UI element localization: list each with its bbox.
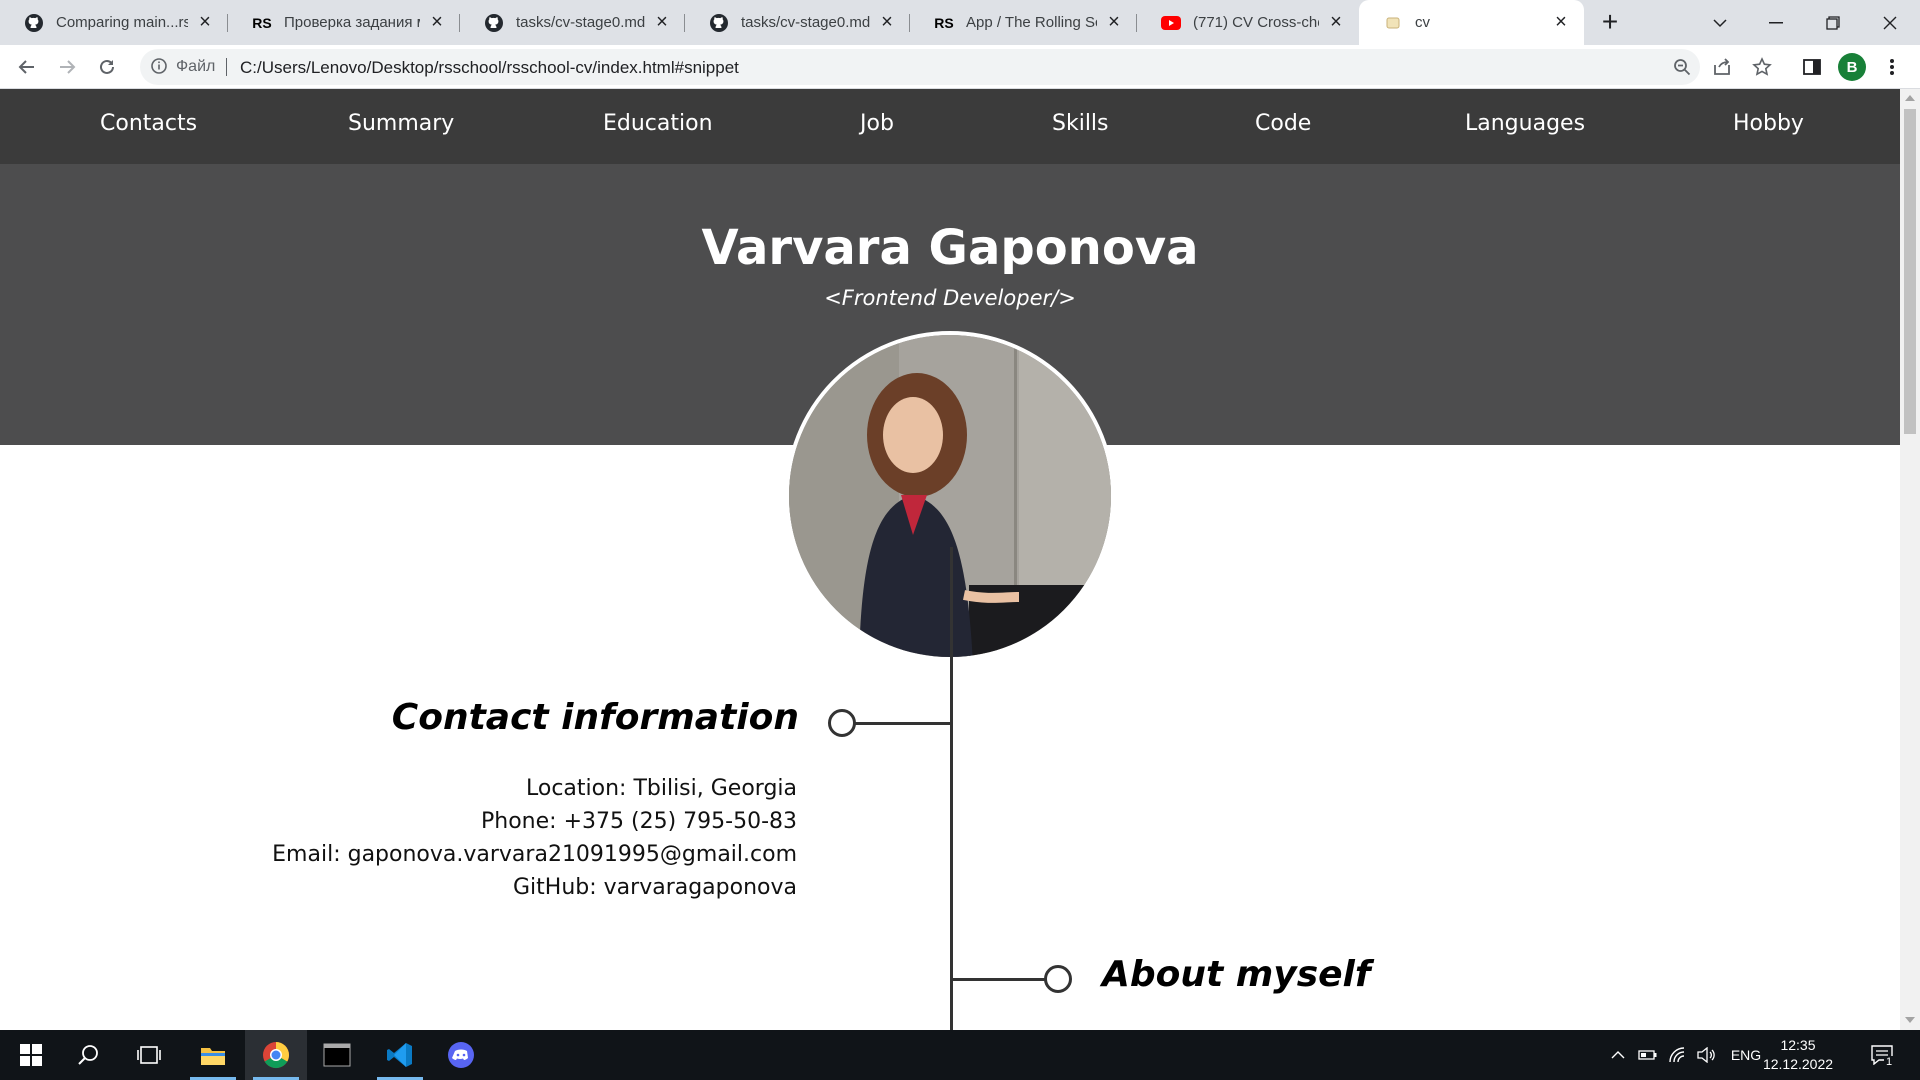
browser-tab-active[interactable]: cv × bbox=[1359, 0, 1584, 45]
about-section-title: About myself bbox=[1102, 954, 1371, 995]
contact-list: Location: Tbilisi, Georgia Phone: +375 (… bbox=[272, 772, 797, 904]
url-scheme-label: Файл bbox=[176, 58, 216, 75]
github-icon bbox=[709, 13, 729, 33]
nav-link-summary[interactable]: Summary bbox=[348, 111, 454, 136]
clock-time: 12:35 bbox=[1780, 1037, 1816, 1053]
windows-taskbar: ENG 12:35 12.12.2022 1 bbox=[0, 1030, 1920, 1080]
url-divider bbox=[226, 58, 227, 76]
contact-section-title: Contact information bbox=[391, 697, 799, 738]
share-icon[interactable] bbox=[1708, 53, 1736, 81]
volume-icon[interactable] bbox=[1694, 1030, 1720, 1080]
scroll-up-icon[interactable] bbox=[1905, 95, 1915, 101]
restore-icon[interactable] bbox=[1805, 0, 1861, 45]
job-title: <Frontend Developer/> bbox=[824, 286, 1076, 310]
close-tab-icon[interactable]: × bbox=[1550, 11, 1572, 34]
scroll-down-icon[interactable] bbox=[1905, 1017, 1915, 1023]
tab-title: tasks/cv-stage0.md at bbox=[741, 14, 870, 31]
browser-tab[interactable]: tasks/cv-stage0.md at × bbox=[460, 0, 685, 45]
timeline-line bbox=[950, 547, 953, 1030]
nav-link-hobby[interactable]: Hobby bbox=[1733, 111, 1804, 136]
browser-tab-strip: Comparing main...rssc × RS Проверка зада… bbox=[0, 0, 1920, 45]
page-scrollbar[interactable] bbox=[1900, 89, 1920, 1030]
clock-date: 12.12.2022 bbox=[1762, 1056, 1834, 1072]
nav-link-code[interactable]: Code bbox=[1255, 111, 1311, 136]
contact-github[interactable]: GitHub: varvaragaponova bbox=[272, 871, 797, 904]
github-icon bbox=[24, 13, 44, 33]
rs-school-icon: RS bbox=[252, 14, 272, 31]
site-nav: Contacts Summary Education Job Skills Co… bbox=[0, 89, 1900, 164]
forward-arrow-icon[interactable] bbox=[51, 51, 83, 83]
info-icon[interactable] bbox=[150, 57, 170, 77]
system-clock[interactable]: 12:35 12.12.2022 bbox=[1758, 1036, 1838, 1074]
contact-location: Location: Tbilisi, Georgia bbox=[525, 776, 797, 801]
terminal-icon[interactable] bbox=[306, 1030, 368, 1080]
timeline-branch bbox=[853, 722, 952, 725]
contact-email[interactable]: Email: gaponova.varvara21091995@gmail.co… bbox=[272, 838, 797, 871]
notification-count: 1 bbox=[1884, 1056, 1895, 1068]
search-icon[interactable] bbox=[58, 1030, 120, 1080]
bookmark-star-icon[interactable] bbox=[1748, 53, 1776, 81]
tab-search-icon[interactable] bbox=[1692, 0, 1748, 45]
tab-title: cv bbox=[1415, 14, 1430, 31]
start-icon[interactable] bbox=[0, 1030, 62, 1080]
page-viewport: Contacts Summary Education Job Skills Co… bbox=[0, 89, 1900, 1030]
browser-toolbar: Файл C:/Users/Lenovo/Desktop/rsschool/rs… bbox=[0, 45, 1920, 89]
close-window-icon[interactable] bbox=[1862, 0, 1918, 45]
tab-title: (771) CV Cross-check bbox=[1193, 14, 1319, 31]
menu-dots-icon[interactable] bbox=[1878, 53, 1906, 81]
timeline-node bbox=[828, 709, 856, 737]
side-panel-icon[interactable] bbox=[1798, 53, 1826, 81]
rs-school-icon: RS bbox=[934, 14, 954, 31]
nav-link-contacts[interactable]: Contacts bbox=[100, 111, 197, 136]
tab-title: tasks/cv-stage0.md at bbox=[516, 14, 645, 31]
close-tab-icon[interactable]: × bbox=[1325, 11, 1347, 34]
close-tab-icon[interactable]: × bbox=[651, 11, 673, 34]
minimize-icon[interactable] bbox=[1748, 0, 1804, 45]
tab-title: Comparing main...rssc bbox=[56, 14, 188, 31]
nav-link-education[interactable]: Education bbox=[603, 111, 713, 136]
zoom-icon[interactable] bbox=[1670, 55, 1694, 79]
browser-tab[interactable]: RS App / The Rolling Sco × bbox=[910, 0, 1137, 45]
discord-icon[interactable] bbox=[430, 1030, 492, 1080]
nav-link-job[interactable]: Job bbox=[860, 111, 894, 136]
profile-avatar[interactable]: B bbox=[1838, 53, 1866, 81]
tab-title: App / The Rolling Sco bbox=[966, 14, 1097, 31]
notifications-icon[interactable]: 1 bbox=[1862, 1030, 1902, 1080]
browser-tab[interactable]: RS Проверка задания м × bbox=[228, 0, 460, 45]
close-tab-icon[interactable]: × bbox=[1103, 11, 1125, 34]
close-tab-icon[interactable]: × bbox=[426, 11, 448, 34]
page-icon bbox=[1383, 13, 1403, 33]
scrollbar-thumb[interactable] bbox=[1904, 109, 1916, 434]
chrome-icon[interactable] bbox=[245, 1030, 307, 1080]
nav-link-skills[interactable]: Skills bbox=[1052, 111, 1109, 136]
vscode-icon[interactable] bbox=[369, 1030, 431, 1080]
nav-link-languages[interactable]: Languages bbox=[1465, 111, 1585, 136]
reload-icon[interactable] bbox=[91, 51, 123, 83]
battery-icon[interactable] bbox=[1636, 1030, 1660, 1080]
address-bar[interactable]: Файл C:/Users/Lenovo/Desktop/rsschool/rs… bbox=[140, 49, 1700, 85]
github-icon bbox=[484, 13, 504, 33]
browser-tab[interactable]: Comparing main...rssc × bbox=[0, 0, 228, 45]
timeline-branch bbox=[952, 978, 1045, 981]
new-tab-button[interactable]: + bbox=[1594, 6, 1626, 38]
youtube-icon bbox=[1161, 13, 1181, 33]
timeline-node bbox=[1044, 965, 1072, 993]
close-tab-icon[interactable]: × bbox=[194, 11, 216, 34]
browser-tab[interactable]: (771) CV Cross-check × bbox=[1137, 0, 1359, 45]
page-title: Varvara Gaponova bbox=[701, 220, 1199, 276]
close-tab-icon[interactable]: × bbox=[876, 11, 898, 34]
tab-title: Проверка задания м bbox=[284, 14, 420, 31]
tray-overflow-icon[interactable] bbox=[1606, 1030, 1630, 1080]
back-arrow-icon[interactable] bbox=[11, 51, 43, 83]
task-view-icon[interactable] bbox=[118, 1030, 180, 1080]
contact-phone[interactable]: Phone: +375 (25) 795-50-83 bbox=[272, 805, 797, 838]
url-text[interactable]: C:/Users/Lenovo/Desktop/rsschool/rsschoo… bbox=[240, 58, 739, 78]
file-explorer-icon[interactable] bbox=[182, 1030, 244, 1080]
browser-tab[interactable]: tasks/cv-stage0.md at × bbox=[685, 0, 910, 45]
wifi-icon[interactable] bbox=[1666, 1030, 1690, 1080]
